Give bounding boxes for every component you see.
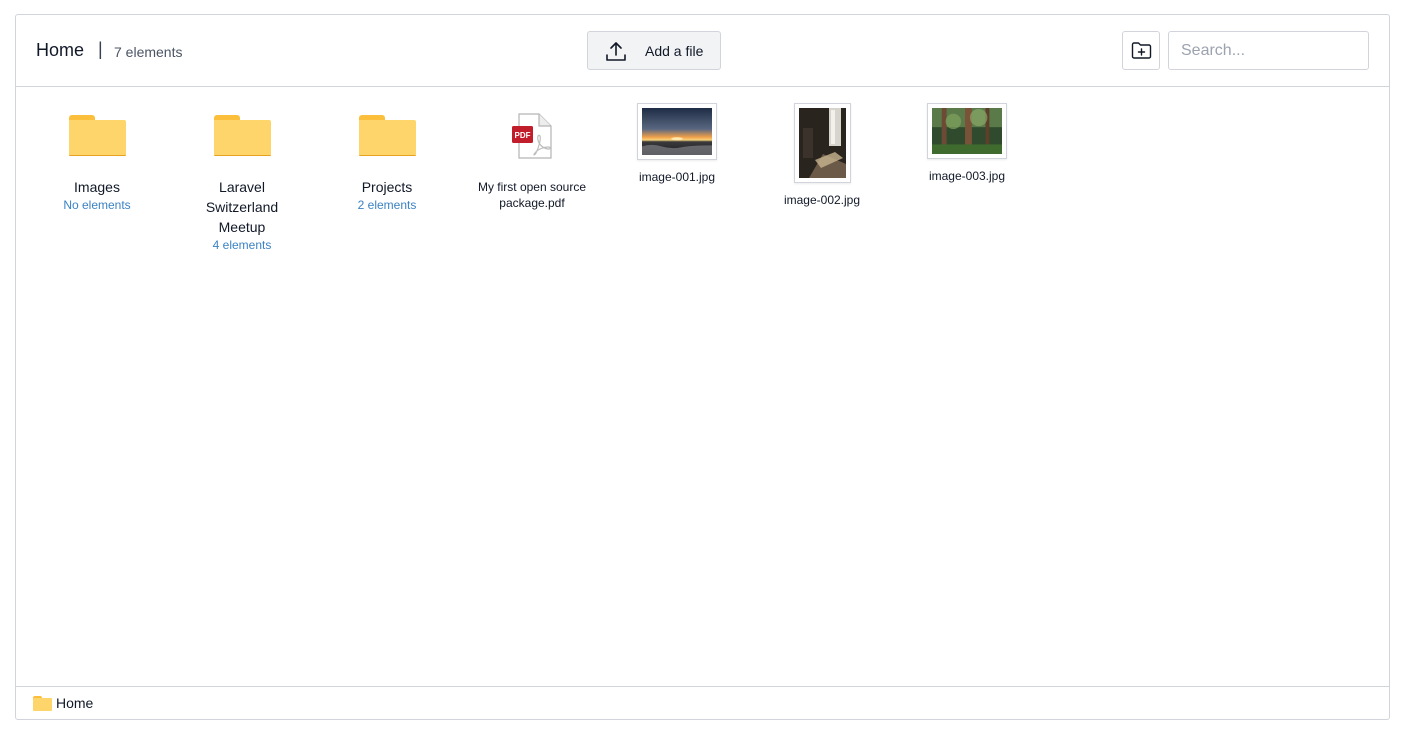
toolbar: Home | 7 elements Add a file (16, 15, 1389, 87)
folder-icon (33, 696, 52, 711)
element-count: 7 elements (114, 44, 183, 60)
image-thumbnail (637, 103, 717, 160)
title-separator: | (98, 39, 103, 59)
pdf-badge: PDF (515, 131, 531, 140)
file-name: image-001.jpg (638, 170, 716, 184)
file-item-pdf[interactable]: PDF My first open source package.pdf (467, 113, 597, 211)
search-input[interactable] (1168, 31, 1369, 70)
file-name: image-003.jpg (928, 169, 1006, 183)
folder-item-projects[interactable]: Projects 2 elements (322, 115, 452, 213)
folder-count: 2 elements (357, 198, 417, 212)
folder-name: Images (74, 179, 120, 195)
image-thumbnail (927, 103, 1007, 159)
pdf-file-icon: PDF (512, 113, 552, 159)
file-item-image-002[interactable]: image-002.jpg (757, 103, 887, 208)
new-folder-button[interactable] (1122, 31, 1160, 70)
folder-icon (213, 115, 271, 156)
folder-item-laravel-switzerland-meetup[interactable]: Laravel Switzerland Meetup 4 elements (177, 115, 307, 253)
folder-name: Laravel Switzerland Meetup (205, 179, 279, 235)
file-item-image-003[interactable]: image-003.jpg (902, 103, 1032, 184)
file-grid: Images No elements Laravel Switzerland M… (16, 88, 1389, 685)
breadcrumb: Home (16, 686, 1389, 719)
folder-name: Projects (361, 179, 413, 195)
folder-icon (68, 115, 126, 156)
upload-icon (606, 42, 626, 61)
folder-count: No elements (63, 198, 131, 212)
breadcrumb-home[interactable]: Home (56, 695, 93, 711)
page-title: Home (36, 40, 85, 60)
folder-item-images[interactable]: Images No elements (32, 115, 162, 213)
add-file-button[interactable]: Add a file (587, 31, 721, 70)
folder-icon (358, 115, 416, 156)
file-name: My first open source package.pdf (477, 180, 587, 210)
image-thumbnail (793, 103, 851, 183)
file-item-image-001[interactable]: image-001.jpg (612, 103, 742, 185)
folder-count: 4 elements (212, 238, 272, 252)
file-manager: Home | 7 elements Add a file Images No e… (15, 14, 1390, 720)
file-name: image-002.jpg (783, 193, 861, 207)
folder-plus-icon (1131, 42, 1152, 59)
add-file-label: Add a file (645, 43, 704, 59)
